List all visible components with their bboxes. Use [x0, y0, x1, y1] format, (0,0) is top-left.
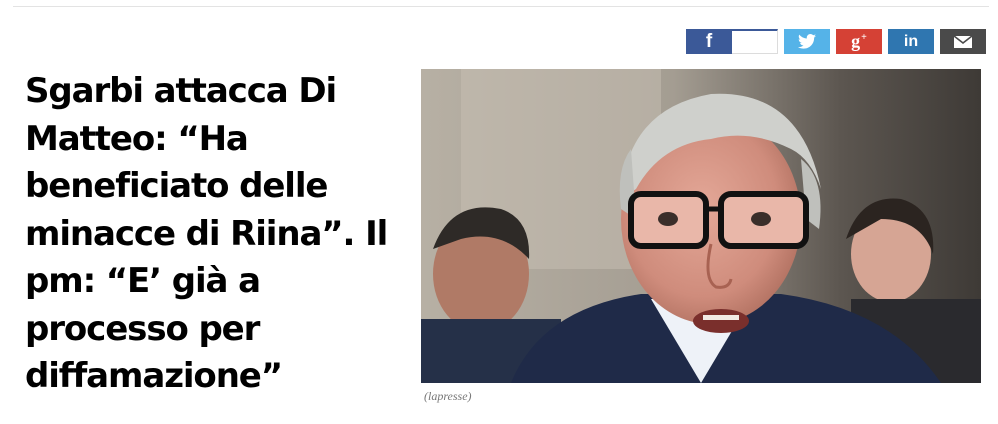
facebook-share-group: f	[686, 29, 778, 54]
twitter-share-button[interactable]	[784, 29, 830, 54]
facebook-icon: f	[705, 30, 713, 52]
photo-illustration	[421, 69, 981, 383]
google-plus-icon: g+	[851, 31, 867, 51]
facebook-share-button[interactable]: f	[686, 29, 732, 54]
article-headline: Sgarbi attacca Di Matteo: “Ha beneficiat…	[25, 71, 388, 396]
twitter-bird-icon	[798, 34, 816, 49]
envelope-icon	[954, 35, 972, 48]
email-share-button[interactable]	[940, 29, 986, 54]
share-bar: f g+ in	[686, 29, 986, 54]
linkedin-share-button[interactable]: in	[888, 29, 934, 54]
facebook-share-count	[732, 29, 778, 54]
image-caption: (lapresse)	[424, 389, 472, 403]
linkedin-icon: in	[903, 32, 919, 50]
googleplus-share-button[interactable]: g+	[836, 29, 882, 54]
article-photo[interactable]	[421, 69, 981, 383]
top-divider	[13, 6, 989, 7]
